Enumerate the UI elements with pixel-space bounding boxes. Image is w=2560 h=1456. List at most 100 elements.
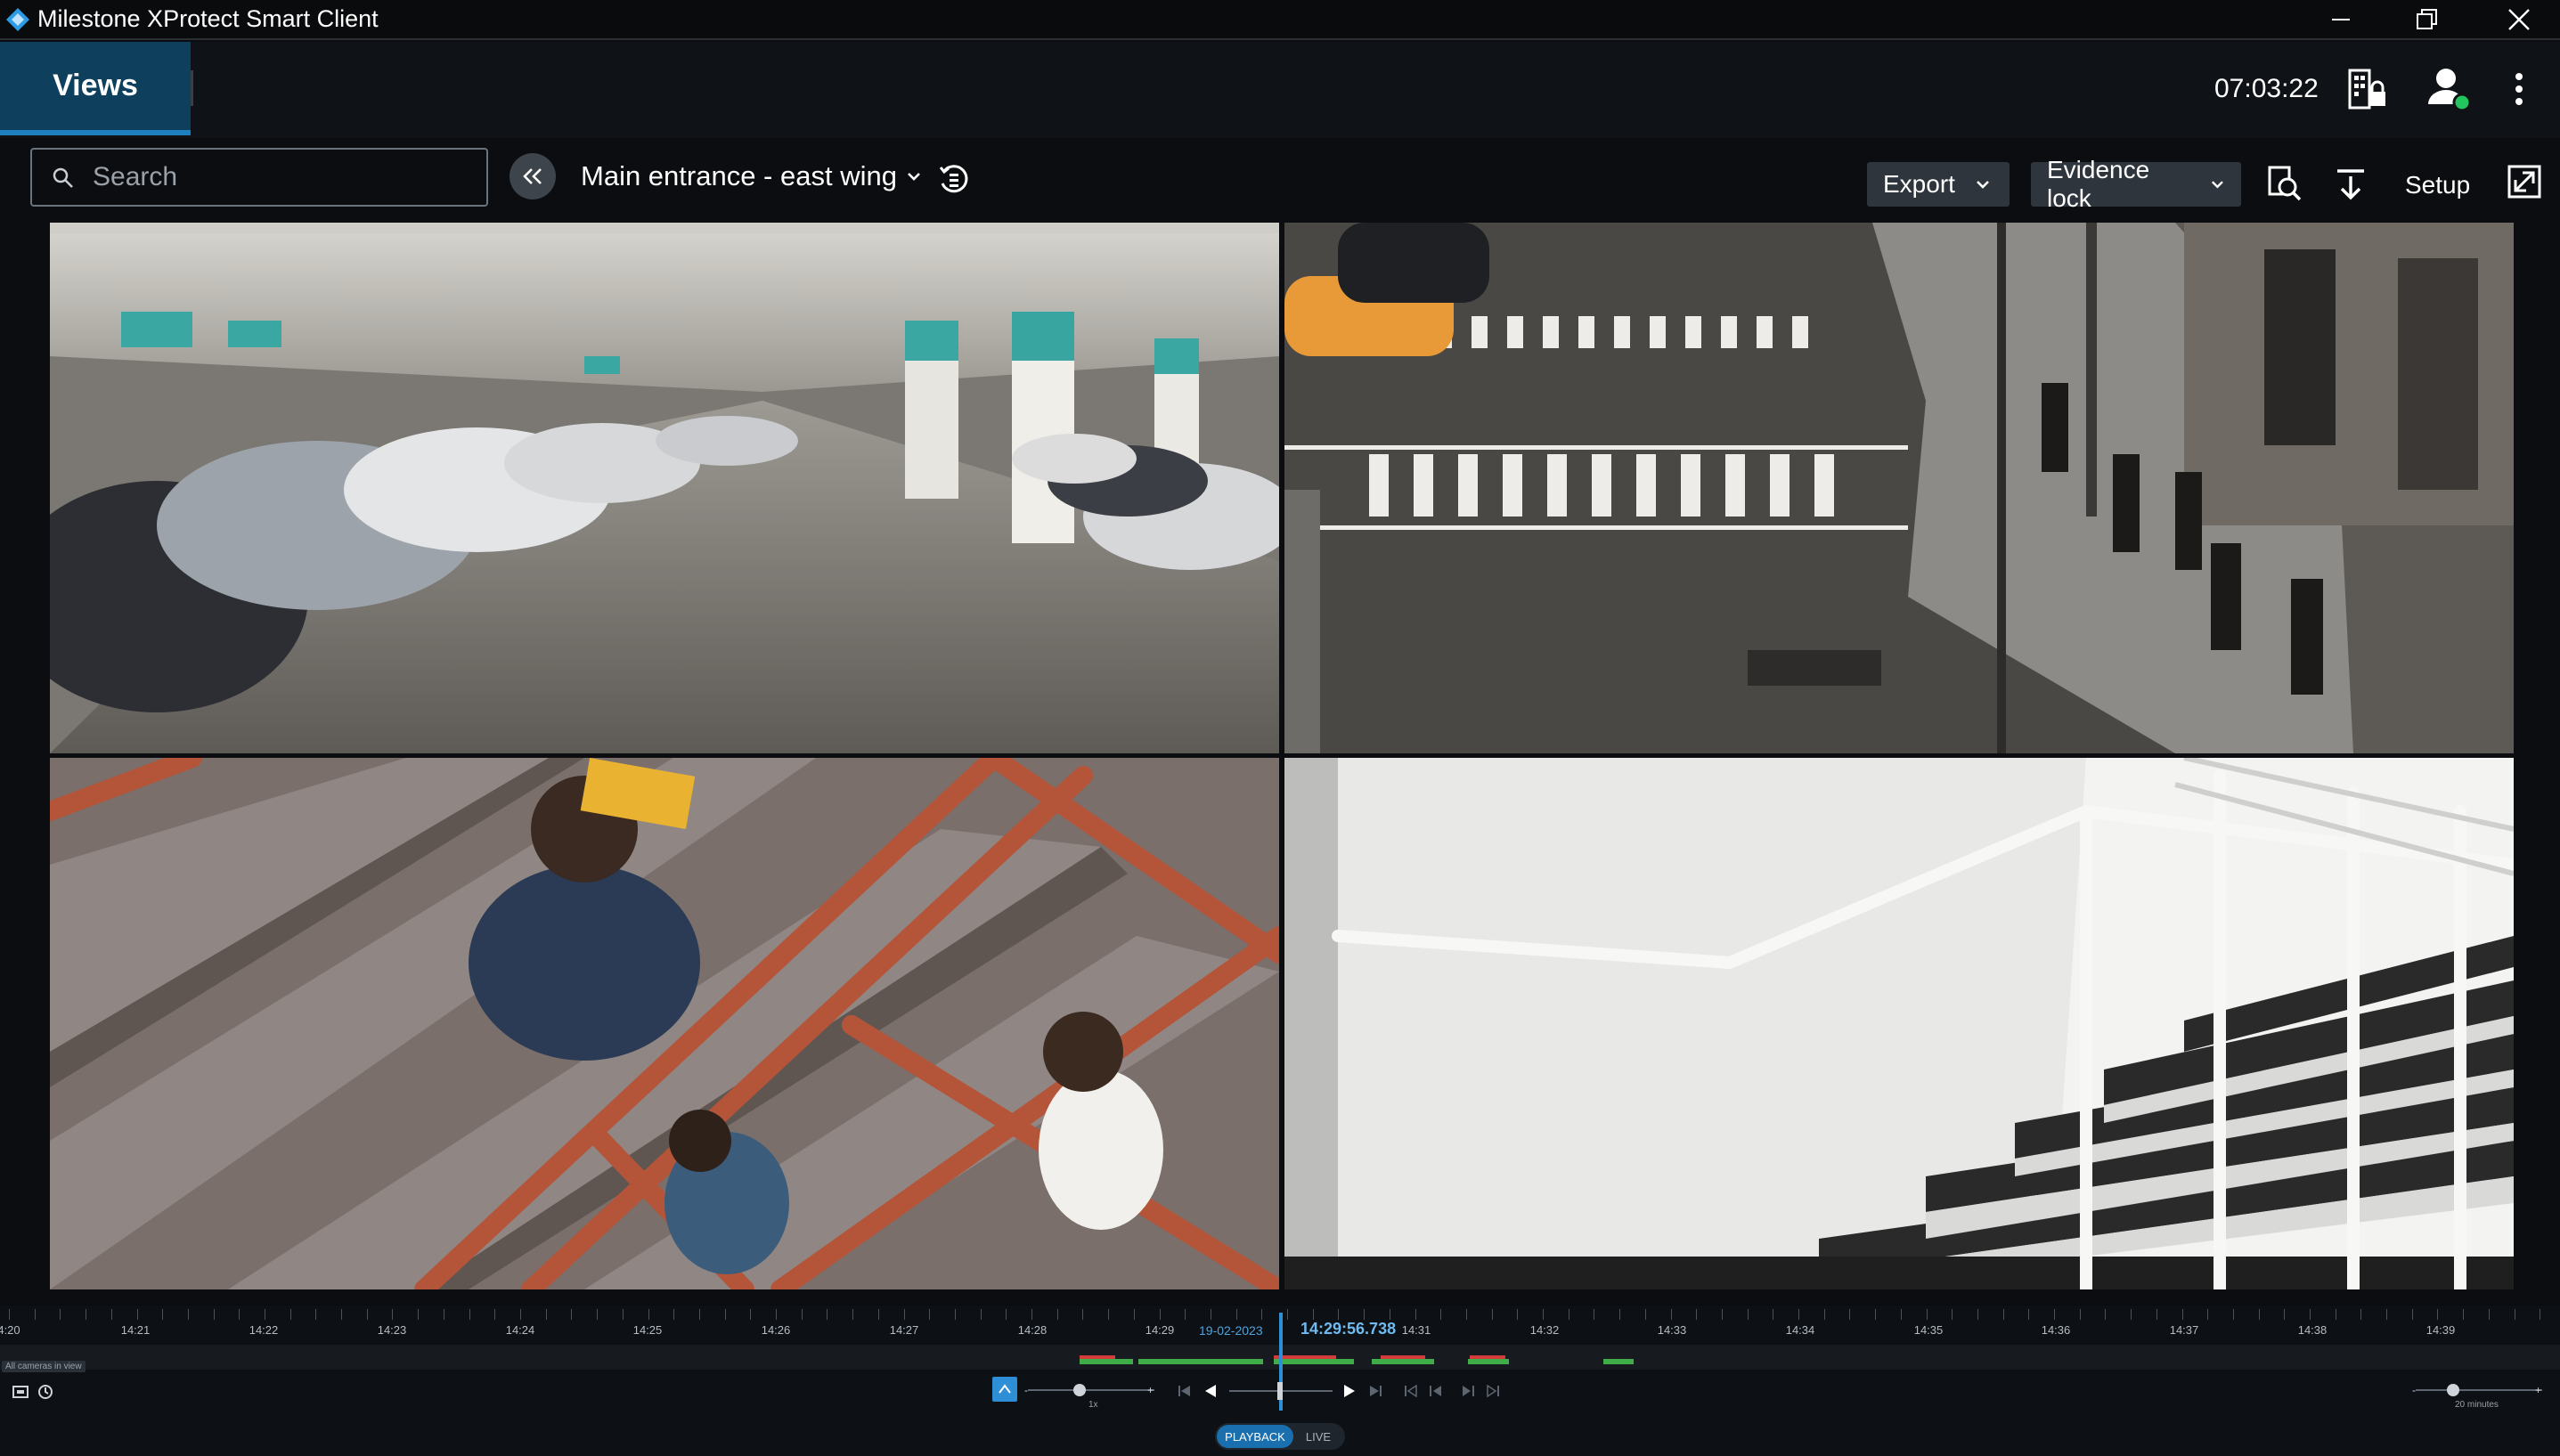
- next-frame-button[interactable]: [1459, 1382, 1477, 1400]
- timeline-tick: [2054, 1309, 2055, 1320]
- timeline-tick-label: 14:36: [2041, 1323, 2071, 1337]
- timeline-tick: [494, 1309, 495, 1320]
- timeline-tick: [1287, 1309, 1288, 1320]
- street-crosswalk-video: [1284, 223, 2514, 753]
- last-frame-icon: [1487, 1385, 1499, 1397]
- timeline-track-label: All cameras in view: [2, 1361, 86, 1372]
- previous-frame-button[interactable]: [1427, 1382, 1445, 1400]
- svg-text:+: +: [2535, 1384, 2541, 1396]
- export-dropdown[interactable]: Export: [1867, 162, 2010, 207]
- timeline-tick: [2105, 1309, 2106, 1320]
- timeline-tick: [2207, 1309, 2208, 1320]
- timeline-tick: [1415, 1309, 1416, 1320]
- clock-button[interactable]: [36, 1382, 55, 1402]
- recording-segment: [1138, 1359, 1263, 1364]
- timeline-tick: [1875, 1309, 1876, 1320]
- camera-tile-parking-garage[interactable]: [50, 223, 1279, 753]
- timeline-tick: [1619, 1309, 1620, 1320]
- timeline-tick-label: 14:24: [505, 1323, 535, 1337]
- recording-segment: [1274, 1359, 1354, 1364]
- timeline-tick: [290, 1309, 291, 1320]
- timeline-tick-label: 14:35: [1913, 1323, 1944, 1337]
- restore-button[interactable]: [2387, 0, 2467, 38]
- recording-segment: [1080, 1359, 1133, 1364]
- camera-tile-stairwell[interactable]: [50, 758, 1279, 1289]
- timeline-tick: [878, 1309, 879, 1320]
- title-bar: Milestone XProtect Smart Client: [0, 0, 2560, 40]
- timeline-tick: [2131, 1309, 2132, 1320]
- play-reverse-button[interactable]: [1199, 1380, 1220, 1402]
- playback-mode-button[interactable]: PLAYBACK: [1217, 1425, 1293, 1448]
- zoom-slider-track-icon: - +: [2412, 1384, 2542, 1396]
- timeline-tick: [623, 1309, 624, 1320]
- recording-segment: [1603, 1359, 1634, 1364]
- close-icon: [2508, 8, 2530, 30]
- speed-mode-button[interactable]: [992, 1377, 1017, 1402]
- camera-list-button[interactable]: [11, 1382, 30, 1402]
- timeline-tick: [1313, 1309, 1314, 1320]
- minimize-button[interactable]: [2301, 0, 2381, 38]
- recording-segment: [1080, 1355, 1115, 1359]
- user-online-icon[interactable]: [2423, 63, 2474, 115]
- timeline-tick: [750, 1309, 751, 1320]
- clock: 07:03:22: [2214, 74, 2319, 103]
- timeline-tick: [1517, 1309, 1518, 1320]
- timeline-tick-label: 14:26: [761, 1323, 791, 1337]
- view-history-icon[interactable]: [937, 162, 973, 198]
- recording-segment: [1381, 1355, 1425, 1359]
- timeline-tick: [1645, 1309, 1646, 1320]
- timeline-tick: [2360, 1309, 2361, 1320]
- timeline-tick: [1134, 1309, 1135, 1320]
- tab-views[interactable]: Views: [0, 42, 191, 135]
- last-frame-button[interactable]: [1484, 1382, 1502, 1400]
- play-forward-button[interactable]: [1340, 1380, 1361, 1402]
- live-mode-button[interactable]: LIVE: [1293, 1425, 1343, 1448]
- fullscreen-icon[interactable]: [2507, 164, 2542, 199]
- server-lock-icon[interactable]: [2343, 65, 2391, 113]
- previous-sequence-button[interactable]: [1176, 1382, 1194, 1400]
- close-button[interactable]: [2479, 0, 2559, 38]
- timeline-tick-label: 14:34: [1785, 1323, 1815, 1337]
- search-video-icon[interactable]: [2264, 164, 2305, 205]
- view-selector[interactable]: Main entrance - east wing: [581, 160, 922, 192]
- camera-tile-white-stairwell[interactable]: [1284, 758, 2514, 1289]
- timeline-tick-label: 14:37: [2169, 1323, 2199, 1337]
- timeline-tick-label: 14:29: [1145, 1323, 1175, 1337]
- camera-tile-street-crosswalk[interactable]: [1284, 223, 2514, 753]
- recording-segment: [1274, 1355, 1336, 1359]
- timeline-tick: [1824, 1309, 1825, 1320]
- timeline-tick: [1748, 1309, 1749, 1320]
- search-field[interactable]: [30, 148, 488, 207]
- collapse-panel-button[interactable]: [510, 153, 556, 199]
- more-vertical-icon[interactable]: [2501, 65, 2537, 113]
- timeline-tick: [1160, 1309, 1161, 1320]
- timeline-zoom-slider[interactable]: - +: [2412, 1382, 2546, 1398]
- timeline-tick: [1901, 1309, 1902, 1320]
- timeline-tick: [2182, 1309, 2183, 1320]
- timeline-tick: [1927, 1309, 1928, 1320]
- timeline-tick: [2489, 1309, 2490, 1320]
- timeline-tick: [725, 1309, 726, 1320]
- speed-value: 1x: [1088, 1400, 1098, 1410]
- timeline-tick: [418, 1309, 419, 1320]
- timeline-tick-label: 14:21: [120, 1323, 151, 1337]
- evidence-lock-dropdown[interactable]: Evidence lock: [2031, 156, 2241, 212]
- view-name-label: Main entrance - east wing: [581, 160, 897, 191]
- timeline-tick: [852, 1309, 853, 1320]
- recording-segment: [1470, 1355, 1505, 1359]
- timeline-tick: [2233, 1309, 2234, 1320]
- milestone-logo-icon: [6, 8, 29, 31]
- search-input[interactable]: [93, 155, 476, 199]
- next-sequence-button[interactable]: [1366, 1382, 1384, 1400]
- setup-button[interactable]: Setup: [2405, 171, 2470, 199]
- timeline-tick: [1338, 1309, 1339, 1320]
- download-pin-icon[interactable]: [2330, 164, 2371, 205]
- first-frame-button[interactable]: [1402, 1382, 1420, 1400]
- frame-slider[interactable]: [1226, 1380, 1336, 1402]
- timeline-tick: [2259, 1309, 2260, 1320]
- stairwell-video: [50, 758, 1279, 1289]
- timeline-tick: [955, 1309, 956, 1320]
- timeline-tick: [214, 1309, 215, 1320]
- timeline-tick: [1031, 1309, 1032, 1320]
- speed-slider[interactable]: - +: [1024, 1382, 1158, 1398]
